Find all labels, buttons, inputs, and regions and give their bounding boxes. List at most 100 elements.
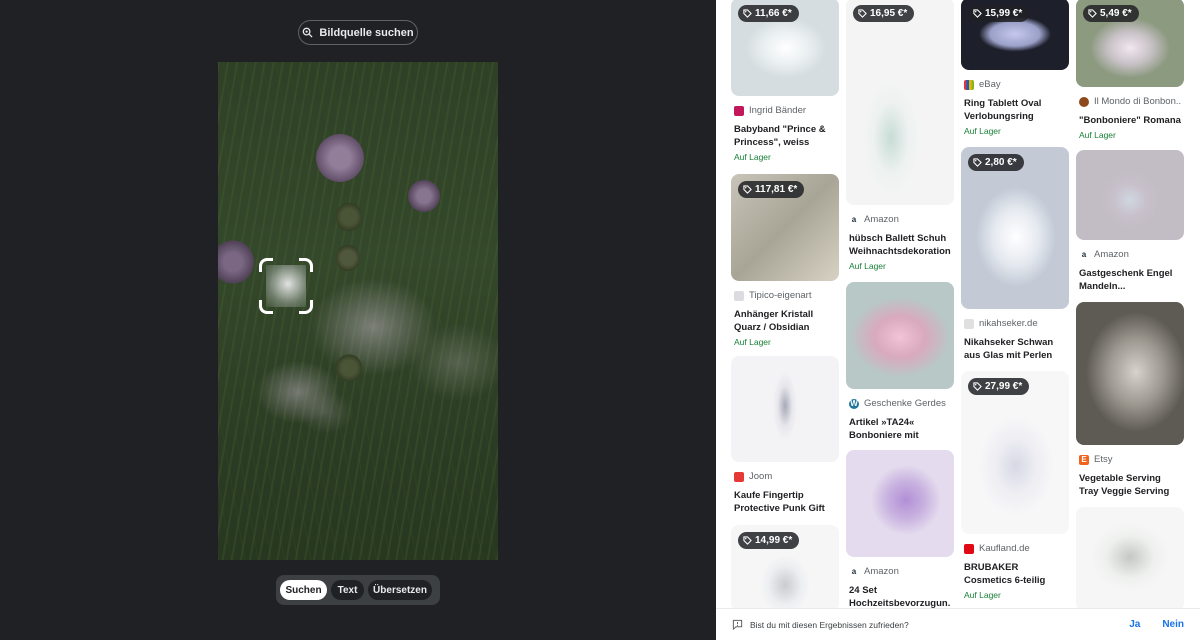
price-tag-icon — [973, 382, 982, 391]
feedback-bar: Bist du mit diesen Ergebnissen zufrieden… — [716, 608, 1200, 640]
mode-search-button[interactable]: Suchen — [280, 580, 327, 600]
stock-status: Auf Lager — [964, 126, 1001, 136]
stock-status: Auf Lager — [734, 152, 771, 162]
result-thumbnail[interactable]: 15,99 €* — [961, 0, 1069, 70]
result-thumbnail[interactable]: 16,95 €* — [846, 0, 954, 205]
price-badge: 14,99 €* — [738, 532, 800, 549]
result-card[interactable]: 16,95 €* a Amazon hübsch Ballett Schuh We… — [846, 0, 954, 271]
price-tag-icon — [743, 185, 752, 194]
result-thumbnail[interactable]: 2,80 €* — [961, 147, 1069, 309]
result-card[interactable]: 15,99 €* eBay Ring Tablett Oval Verlobun… — [961, 0, 1069, 136]
find-image-source-button[interactable]: Bildquelle suchen — [298, 20, 418, 45]
mode-translate-button[interactable]: Übersetzen — [368, 580, 432, 600]
crop-selection[interactable] — [259, 258, 313, 314]
result-title[interactable]: hübsch Ballett Schuh Weihnachtsdekoratio… — [849, 232, 951, 258]
result-card[interactable]: 27,99 €* Kaufland.de BRUBAKER Cosmetics … — [961, 371, 1069, 600]
result-source[interactable]: a Amazon — [1079, 249, 1181, 260]
ilmondo-favicon — [1079, 96, 1089, 107]
ingrid-baender-favicon — [734, 105, 744, 116]
stock-status: Auf Lager — [964, 590, 1001, 600]
result-source[interactable]: eBay — [964, 79, 1066, 90]
price-badge: 117,81 €* — [738, 181, 805, 198]
result-source[interactable]: a Amazon — [849, 214, 951, 225]
result-source[interactable]: Ingrid Bänder — [734, 105, 836, 116]
price-badge: 2,80 €* — [968, 154, 1024, 171]
image-viewer-panel: Bildquelle suchen Suchen Text Übersetzen — [0, 0, 716, 640]
result-source[interactable]: nikahseker.de — [964, 318, 1066, 329]
result-card[interactable]: a Amazon Gastgeschenk Engel Mandeln... — [1076, 150, 1184, 293]
result-card[interactable] — [1076, 507, 1184, 611]
result-thumbnail[interactable]: 27,99 €* — [961, 371, 1069, 534]
crop-handle-bottom-left[interactable] — [259, 300, 273, 314]
result-card[interactable]: 11,66 €* Ingrid Bänder Babyband "Prince … — [731, 0, 839, 162]
result-card[interactable]: 117,81 €* Tipico-eigenart Anhänger Krist… — [731, 174, 839, 347]
result-thumbnail[interactable]: 117,81 €* — [731, 174, 839, 281]
result-title[interactable]: Babyband "Prince & Princess", weiss — [734, 123, 836, 149]
result-card[interactable]: E Etsy Vegetable Serving Tray Veggie Serv… — [1076, 302, 1184, 498]
results-panel: 11,66 €* Ingrid Bänder Babyband "Prince … — [716, 0, 1200, 640]
result-source[interactable]: Tipico-eigenart — [734, 290, 836, 301]
price-badge: 15,99 €* — [968, 5, 1030, 22]
stock-status: Auf Lager — [849, 261, 886, 271]
result-source[interactable]: Il Mondo di Bonbon... — [1079, 96, 1181, 107]
price-tag-icon — [973, 158, 982, 167]
result-title[interactable]: Kaufe Fingertip Protective Punk Gift F..… — [734, 489, 836, 515]
price-tag-icon — [743, 536, 752, 545]
result-title[interactable]: 24 Set Hochzeitsbevorzugun... — [849, 584, 951, 610]
stock-status: Auf Lager — [734, 337, 771, 347]
result-source[interactable]: Kaufland.de — [964, 543, 1066, 554]
result-thumbnail[interactable] — [846, 450, 954, 557]
result-thumbnail[interactable] — [846, 282, 954, 389]
result-card[interactable]: 5,49 €* Il Mondo di Bonbon... "Bonbonier… — [1076, 0, 1184, 140]
crop-handle-bottom-right[interactable] — [299, 300, 313, 314]
result-title[interactable]: "Bonboniere" Romana — [1079, 114, 1181, 127]
result-card[interactable]: 2,80 €* nikahseker.de Nikahseker Schwan … — [961, 147, 1069, 362]
amazon-favicon: a — [849, 566, 859, 577]
result-thumbnail[interactable] — [731, 356, 839, 462]
result-thumbnail[interactable] — [1076, 150, 1184, 240]
result-thumbnail[interactable]: 5,49 €* — [1076, 0, 1184, 87]
result-thumbnail[interactable] — [1076, 507, 1184, 611]
crop-handle-top-left[interactable] — [259, 258, 273, 272]
result-thumbnail[interactable] — [1076, 302, 1184, 445]
price-tag-icon — [858, 9, 867, 18]
result-title[interactable]: Artikel »TA24« Bonboniere mit Kristal... — [849, 416, 951, 442]
amazon-favicon: a — [849, 214, 859, 225]
result-title[interactable]: Ring Tablett Oval Verlobungsring Scher..… — [964, 97, 1066, 123]
result-source[interactable]: E Etsy — [1079, 454, 1181, 465]
find-image-source-label: Bildquelle suchen — [319, 26, 414, 39]
etsy-favicon: E — [1079, 454, 1089, 465]
feedback-no-button[interactable]: Nein — [1162, 619, 1184, 630]
amazon-favicon: a — [1079, 249, 1089, 260]
kaufland-favicon — [964, 543, 974, 554]
price-tag-icon — [973, 9, 982, 18]
result-title[interactable]: Nikahseker Schwan aus Glas mit Perlen un… — [964, 336, 1066, 362]
feedback-yes-button[interactable]: Ja — [1129, 619, 1140, 630]
result-title[interactable]: Vegetable Serving Tray Veggie Serving Tr… — [1079, 472, 1181, 498]
feedback-icon — [732, 619, 743, 630]
stock-status: Auf Lager — [1079, 130, 1116, 140]
crop-handle-top-right[interactable] — [299, 258, 313, 272]
result-card[interactable]: a Amazon 24 Set Hochzeitsbevorzugun... — [846, 450, 954, 610]
result-card[interactable]: Joom Kaufe Fingertip Protective Punk Gif… — [731, 356, 839, 515]
result-source[interactable]: a Amazon — [849, 566, 951, 577]
mode-switcher: Suchen Text Übersetzen — [276, 575, 440, 605]
result-thumbnail[interactable]: 11,66 €* — [731, 0, 839, 96]
ebay-favicon — [964, 79, 974, 90]
price-badge: 11,66 €* — [738, 5, 799, 22]
price-tag-icon — [743, 9, 752, 18]
mode-text-button[interactable]: Text — [331, 580, 364, 600]
feedback-question: Bist du mit diesen Ergebnissen zufrieden… — [750, 619, 909, 630]
lens-search-icon — [303, 27, 313, 38]
result-thumbnail[interactable]: 14,99 €* — [731, 525, 839, 611]
result-card[interactable]: 14,99 €* — [731, 525, 839, 611]
price-badge: 16,95 €* — [853, 5, 915, 22]
result-title[interactable]: Anhänger Kristall Quarz / Obsidian "keep… — [734, 308, 836, 334]
result-source[interactable]: Joom — [734, 471, 836, 482]
nikahseker-favicon — [964, 318, 974, 329]
result-title[interactable]: BRUBAKER Cosmetics 6-teilig Pflegeset -.… — [964, 561, 1066, 587]
result-title[interactable]: Gastgeschenk Engel Mandeln... — [1079, 267, 1181, 293]
price-badge: 5,49 €* — [1083, 5, 1139, 22]
result-card[interactable]: W Geschenke Gerdes Artikel »TA24« Bonboni… — [846, 282, 954, 442]
result-source[interactable]: W Geschenke Gerdes — [849, 398, 951, 409]
